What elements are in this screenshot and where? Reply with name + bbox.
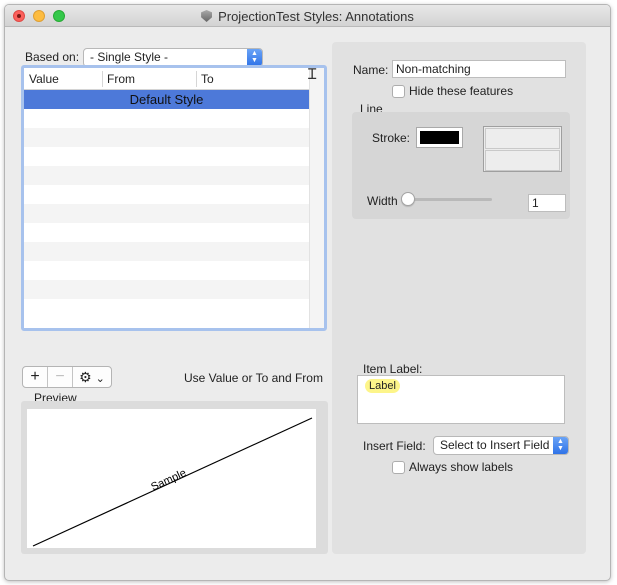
text-cursor-icon: Ɪ: [308, 66, 317, 83]
based-on-label: Based on:: [25, 50, 80, 64]
stroke-label: Stroke:: [372, 131, 411, 145]
table-rows: Default Style: [24, 90, 309, 318]
table-scrollbar[interactable]: [309, 68, 324, 328]
preview-graphic: Sample: [32, 417, 313, 547]
item-label-label: Item Label:: [363, 362, 423, 376]
insert-field-popup[interactable]: Select to Insert Field ▲ ▼: [433, 436, 569, 455]
column-header-from[interactable]: From: [107, 72, 135, 86]
gear-icon: ⚙: [79, 369, 92, 385]
width-slider-knob[interactable]: [401, 192, 415, 206]
width-field[interactable]: 1: [528, 194, 566, 212]
hide-features-checkbox[interactable]: [392, 85, 405, 98]
document-icon: [201, 10, 213, 22]
popup-arrows-icon: ▲ ▼: [247, 49, 262, 66]
column-divider: [102, 71, 103, 87]
table-row: [24, 147, 309, 166]
gear-menu-button[interactable]: ⚙ ⌄: [73, 367, 111, 387]
always-show-labels-checkbox[interactable]: [392, 461, 405, 474]
table-row: [24, 223, 309, 242]
table-row: [24, 280, 309, 299]
table-row-selected[interactable]: Default Style: [24, 90, 309, 109]
add-style-button[interactable]: +: [23, 367, 48, 387]
preview-sample-text: Sample: [149, 467, 188, 493]
name-label: Name:: [353, 63, 389, 77]
styles-table[interactable]: Value From To Default Style: [21, 65, 327, 331]
stroke-color-fill: [420, 131, 459, 144]
width-label: Width: [367, 194, 398, 208]
popup-arrows-icon: ▲ ▼: [553, 437, 568, 454]
based-on-value: - Single Style -: [90, 50, 169, 64]
window-title: ProjectionTest Styles: Annotations: [5, 9, 610, 24]
table-header: Value From To: [24, 68, 309, 90]
table-row: [24, 242, 309, 261]
always-show-labels-label: Always show labels: [409, 460, 514, 474]
insert-field-value: Select to Insert Field: [440, 438, 550, 452]
remove-style-button[interactable]: −: [48, 367, 73, 387]
pattern-swatch-bottom: [485, 150, 560, 171]
column-header-value[interactable]: Value: [29, 72, 59, 86]
label-field-token[interactable]: Label: [365, 379, 400, 393]
table-row: [24, 299, 309, 318]
table-row: [24, 109, 309, 128]
stroke-color-well[interactable]: [416, 127, 463, 148]
chevron-down-icon: ⌄: [95, 373, 105, 385]
insert-field-label: Insert Field:: [363, 439, 426, 453]
name-field[interactable]: Non-matching: [392, 60, 566, 78]
table-row: [24, 128, 309, 147]
table-row: [24, 204, 309, 223]
table-row: [24, 261, 309, 280]
style-actions-control: + − ⚙ ⌄: [22, 366, 112, 388]
stroke-pattern-preview[interactable]: [483, 126, 562, 172]
width-slider-track[interactable]: [406, 198, 492, 201]
column-header-to[interactable]: To: [201, 72, 214, 86]
preview-canvas: Sample: [27, 409, 316, 548]
title-bar: ProjectionTest Styles: Annotations: [5, 5, 610, 27]
hide-features-label: Hide these features: [409, 84, 514, 98]
preview-panel: Sample: [21, 401, 328, 554]
table-row: [24, 166, 309, 185]
item-label-editor[interactable]: Label: [357, 375, 565, 424]
table-row: [24, 185, 309, 204]
value-hint-text: Use Value or To and From: [184, 371, 323, 385]
column-divider: [196, 71, 197, 87]
pattern-swatch-top: [485, 128, 560, 149]
